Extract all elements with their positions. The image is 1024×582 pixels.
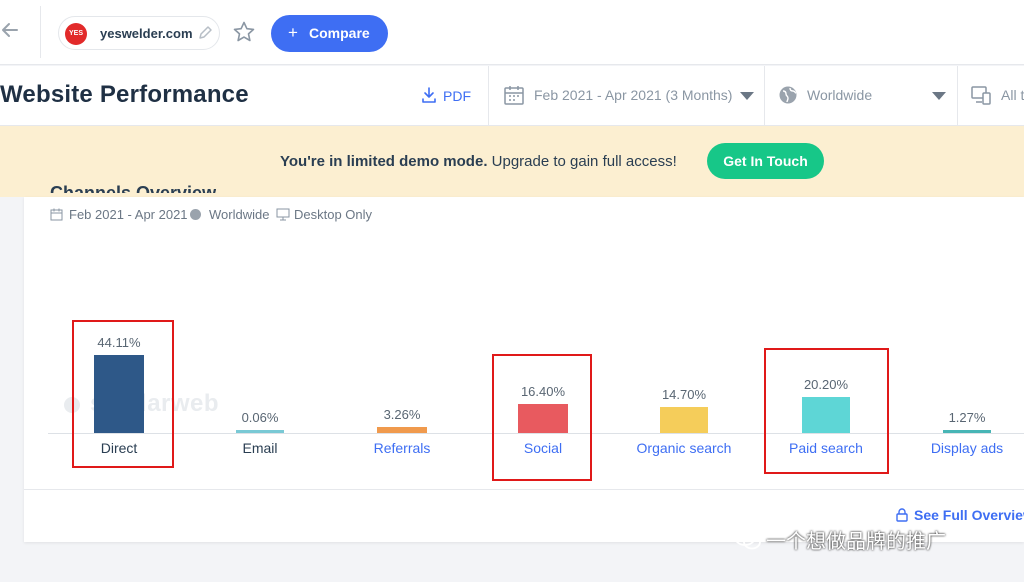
pdf-button-label: PDF [443,88,471,104]
desktop-icon [276,208,290,221]
bar-value-label: 3.26% [383,407,421,422]
divider [488,66,489,126]
device-select[interactable]: All traffic [970,84,1024,108]
wechat-account-text: 一个想做品牌的推广 [766,529,946,553]
see-full-overview-label: See Full Overview [914,507,1024,523]
site-name: yeswelder.com [100,26,193,41]
lock-icon [896,508,908,522]
channel-label[interactable]: Display ads [902,440,1024,456]
bar-organic-search[interactable] [660,407,708,433]
date-range-value: Feb 2021 - Apr 2021 (3 Months) [534,87,733,103]
calendar-icon [504,86,524,105]
chevron-down-icon [740,92,754,100]
calendar-icon [50,208,63,221]
devices-icon [971,86,991,105]
get-in-touch-button[interactable]: Get In Touch [707,143,824,179]
banner-text: You're in limited demo mode. Upgrade to … [280,153,677,170]
divider [40,6,41,58]
meta-geo: Worldwide [209,207,270,222]
bar-value-label: 0.06% [241,410,279,425]
plus-icon: + [288,23,298,42]
meta-device: Desktop Only [294,207,373,222]
bar-referrals[interactable] [377,427,427,433]
globe-icon [190,209,201,220]
channels-overview-card: Channels Overview Feb 2021 - Apr 2021 Wo… [24,183,1024,542]
meta-date: Feb 2021 - Apr 2021 [69,207,188,222]
highlight-box-paid-search [764,348,889,474]
bar-value-label: 1.27% [948,410,986,425]
site-logo: YES [65,23,87,45]
channel-label: Email [242,440,278,456]
highlight-box-direct [72,320,174,468]
date-range-select[interactable]: Feb 2021 - Apr 2021 (3 Months) [503,84,758,108]
channel-label[interactable]: Referrals [337,440,467,456]
divider [957,66,958,126]
globe-icon [779,86,797,104]
download-icon [422,87,436,103]
page-title: Website Performance [0,81,249,108]
highlight-box-social [492,354,592,481]
banner-upgrade-text: Upgrade to gain full access! [491,153,677,170]
chevron-down-icon [932,92,946,100]
star-icon[interactable] [232,20,256,44]
bar-display-ads[interactable] [943,430,991,433]
channel-label[interactable]: Organic search [619,440,749,456]
divider [764,66,765,126]
card-divider [24,489,1024,490]
geo-select[interactable]: Worldwide [778,84,948,108]
compare-button[interactable]: + Compare [271,15,388,52]
bar-value-label: 14.70% [661,387,707,402]
bar-email[interactable] [236,430,284,433]
wechat-watermark: 一个想做品牌的推广 [734,525,1024,555]
wechat-icon [734,528,761,550]
pencil-icon[interactable] [197,24,215,42]
geo-value: Worldwide [807,87,873,103]
back-arrow-icon[interactable] [0,20,22,46]
compare-button-label: Compare [309,25,370,41]
page-header: Website Performance PDF Feb 2021 - Apr 2… [0,66,1024,126]
site-chip[interactable]: YES yeswelder.com [58,16,220,50]
device-value: All traffic [1001,87,1024,103]
card-title: Channels Overview [50,183,217,193]
top-bar: YES yeswelder.com + Compare [0,0,1024,65]
banner-bold-text: You're in limited demo mode. [280,153,488,170]
